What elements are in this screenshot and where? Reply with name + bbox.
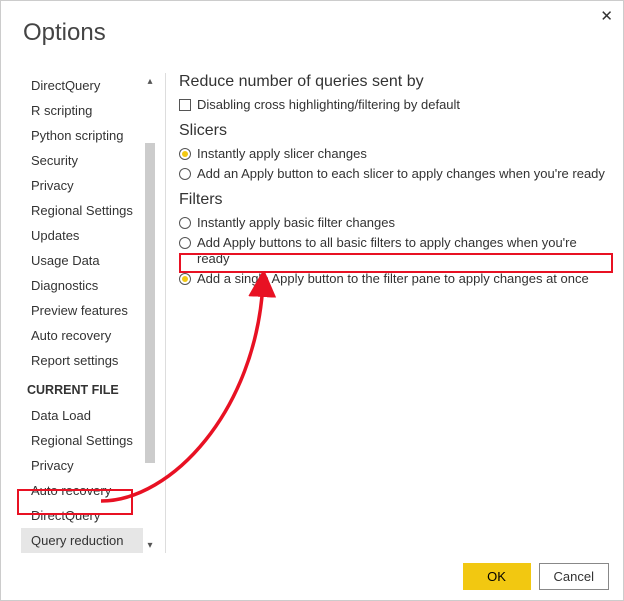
dialog-title: Options: [23, 19, 106, 47]
sidebar-item[interactable]: Security: [21, 148, 143, 173]
radio-icon: [179, 148, 191, 160]
sidebar-item[interactable]: Query reduction: [21, 528, 143, 553]
filter-option[interactable]: Instantly apply basic filter changes: [179, 215, 609, 232]
radio-label: Instantly apply basic filter changes: [197, 215, 395, 232]
sidebar-item[interactable]: Privacy: [21, 453, 143, 478]
close-icon[interactable]: ✕: [600, 7, 613, 25]
sidebar-section-header: CURRENT FILE: [21, 373, 143, 403]
radio-label: Add Apply buttons to all basic filters t…: [197, 235, 609, 269]
section-title-filters: Filters: [179, 191, 609, 209]
checkbox-label: Disabling cross highlighting/filtering b…: [197, 97, 460, 114]
radio-label: Add an Apply button to each slicer to ap…: [197, 166, 605, 183]
scroll-up-icon[interactable]: ▴: [143, 73, 157, 89]
sidebar-item[interactable]: Auto recovery: [21, 323, 143, 348]
sidebar-item[interactable]: Privacy: [21, 173, 143, 198]
sidebar-item[interactable]: Usage Data: [21, 248, 143, 273]
sidebar-item[interactable]: DirectQuery: [21, 503, 143, 528]
divider: [165, 73, 166, 553]
scroll-thumb[interactable]: [145, 143, 155, 463]
sidebar-item[interactable]: Regional Settings: [21, 428, 143, 453]
checkbox-disable-crosshighlight[interactable]: Disabling cross highlighting/filtering b…: [179, 97, 609, 114]
sidebar-item[interactable]: Diagnostics: [21, 273, 143, 298]
radio-label: Add a single Apply button to the filter …: [197, 271, 589, 288]
radio-icon: [179, 168, 191, 180]
cancel-button[interactable]: Cancel: [539, 563, 609, 590]
section-title-slicers: Slicers: [179, 122, 609, 140]
sidebar: DirectQueryR scriptingPython scriptingSe…: [21, 73, 157, 553]
slicer-option[interactable]: Add an Apply button to each slicer to ap…: [179, 166, 609, 183]
radio-icon: [179, 217, 191, 229]
filter-option[interactable]: Add a single Apply button to the filter …: [179, 271, 609, 288]
content-pane: Reduce number of queries sent by Disabli…: [179, 65, 609, 291]
sidebar-item[interactable]: Updates: [21, 223, 143, 248]
sidebar-item[interactable]: Auto recovery: [21, 478, 143, 503]
filter-option[interactable]: Add Apply buttons to all basic filters t…: [179, 235, 609, 269]
sidebar-item[interactable]: R scripting: [21, 98, 143, 123]
checkbox-icon: [179, 99, 191, 111]
options-dialog: ✕ Options DirectQueryR scriptingPython s…: [0, 0, 624, 601]
scroll-down-icon[interactable]: ▾: [143, 537, 157, 553]
sidebar-item[interactable]: Regional Settings: [21, 198, 143, 223]
ok-button[interactable]: OK: [463, 563, 531, 590]
radio-label: Instantly apply slicer changes: [197, 146, 367, 163]
sidebar-item[interactable]: DirectQuery: [21, 73, 143, 98]
sidebar-item[interactable]: Report settings: [21, 348, 143, 373]
slicer-option[interactable]: Instantly apply slicer changes: [179, 146, 609, 163]
sidebar-item[interactable]: Python scripting: [21, 123, 143, 148]
radio-icon: [179, 237, 191, 249]
sidebar-item[interactable]: Preview features: [21, 298, 143, 323]
radio-icon: [179, 273, 191, 285]
sidebar-item[interactable]: Data Load: [21, 403, 143, 428]
footer: OK Cancel: [463, 563, 609, 590]
section-title-reduce: Reduce number of queries sent by: [179, 73, 609, 91]
sidebar-scrollbar[interactable]: ▴ ▾: [143, 73, 157, 553]
